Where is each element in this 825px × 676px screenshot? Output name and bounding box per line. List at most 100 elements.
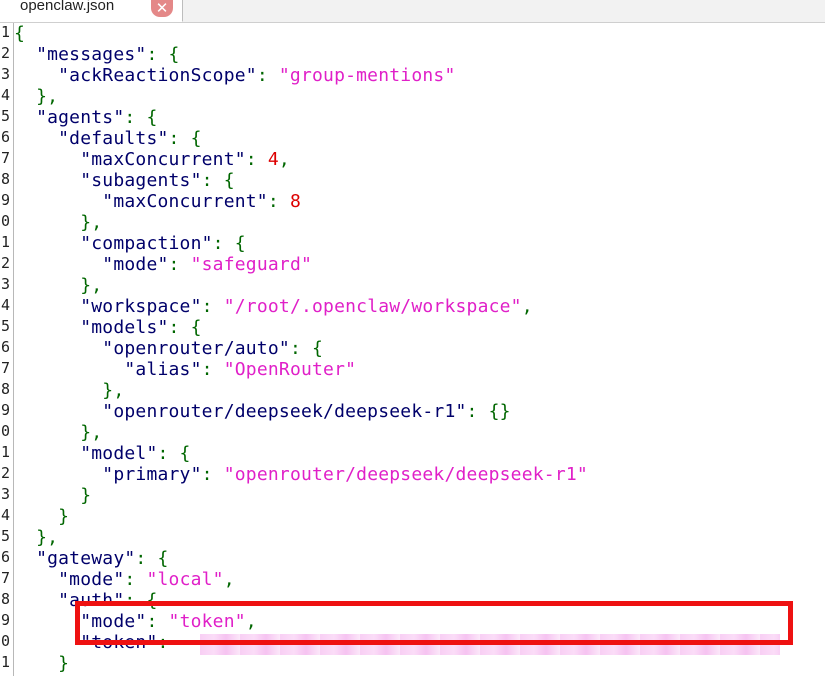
code-line[interactable]: "gateway": { [14,548,169,569]
line-number-gutter: 1 2 3 4 5 6 7 8 9 0 1 2 3 4 5 6 7 8 9 0 1 2 3 4 5 6 7 8 9 0 1 [0,23,14,676]
json-key: "mode" [14,569,125,590]
json-punctuation: { [14,23,26,44]
json-punctuation: }, [14,380,125,401]
code-line[interactable]: } [14,506,69,527]
line-number: 9 [0,611,10,629]
line-number: 6 [0,128,10,146]
line-number: 6 [0,338,10,356]
code-line[interactable]: } [14,653,69,674]
json-punctuation: : [201,464,224,485]
json-string-value: "openrouter/deepseek/deepseek-r1" [223,464,588,485]
line-number: 2 [0,44,10,62]
json-string-value: "local" [146,569,224,590]
redaction-highlight-box [75,601,793,645]
json-punctuation: : { [135,548,169,569]
json-punctuation: }, [14,212,103,233]
json-key: "messages" [14,44,147,65]
code-line[interactable]: "mode": "local", [14,569,235,590]
line-number: 7 [0,569,10,587]
json-punctuation: } [14,506,70,527]
json-punctuation: : [201,296,224,317]
code-line[interactable]: "ackReactionScope": "group-mentions" [14,65,455,86]
line-number: 1 [0,653,10,671]
line-number: 3 [0,65,10,83]
json-punctuation: : [256,65,279,86]
line-number: 0 [0,632,10,650]
line-number: 5 [0,527,10,545]
json-punctuation: } [14,485,92,506]
json-punctuation: } [14,653,70,674]
line-number: 2 [0,464,10,482]
json-key: "alias" [14,359,202,380]
json-string-value: "/root/.openclaw/workspace" [223,296,522,317]
code-line[interactable]: "alias": "OpenRouter" [14,359,356,380]
code-line[interactable]: "model": { [14,443,191,464]
json-key: "gateway" [14,548,136,569]
json-string-value: "OpenRouter" [223,359,357,380]
code-line[interactable]: "agents": { [14,107,158,128]
line-number: 1 [0,23,10,41]
line-number: 8 [0,380,10,398]
json-punctuation: : [245,149,268,170]
line-number: 7 [0,149,10,167]
code-line[interactable]: }, [14,212,102,233]
code-line[interactable]: "compaction": { [14,233,246,254]
json-key: "maxConcurrent" [14,191,268,212]
code-line[interactable]: "subagents": { [14,170,235,191]
json-number-value: 4 [267,149,279,170]
json-key: "model" [14,443,158,464]
json-punctuation: : { [201,170,235,191]
line-number: 8 [0,170,10,188]
code-line[interactable]: }, [14,422,102,443]
json-punctuation: : { [212,233,246,254]
code-line[interactable]: }, [14,527,58,548]
code-editor[interactable]: { "messages": { "ackReactionScope": "gro… [14,23,825,676]
line-number: 7 [0,359,10,377]
json-punctuation: : { [146,44,180,65]
json-key: "agents" [14,107,125,128]
tab-title[interactable]: openclaw.json [20,0,114,14]
json-key: "compaction" [14,233,213,254]
json-punctuation: }, [14,86,59,107]
json-punctuation: : [267,191,290,212]
code-line[interactable]: { [14,23,25,44]
line-number: 5 [0,107,10,125]
json-key: "subagents" [14,170,202,191]
close-icon[interactable]: ✕ [151,0,173,17]
code-line[interactable]: } [14,485,91,506]
code-line[interactable]: "messages": { [14,44,180,65]
code-line[interactable]: "mode": "safeguard" [14,254,312,275]
json-key: "workspace" [14,296,202,317]
code-line[interactable]: }, [14,380,124,401]
line-number: 5 [0,317,10,335]
json-punctuation: : [201,359,224,380]
json-punctuation: : { [289,338,324,359]
json-key: "mode" [14,254,169,275]
json-string-value: "group-mentions" [278,65,456,86]
json-punctuation: , [278,149,290,170]
code-line[interactable]: "maxConcurrent": 4, [14,149,290,170]
json-punctuation: : {} [466,401,511,422]
code-line[interactable]: "models": { [14,317,202,338]
line-number: 0 [0,422,10,440]
code-line[interactable]: "workspace": "/root/.openclaw/workspace"… [14,296,533,317]
json-key: "openrouter/deepseek/deepseek-r1" [14,401,467,422]
json-punctuation: : [124,569,147,590]
file-tab[interactable]: openclaw.json ✕ [0,0,183,22]
line-number: 4 [0,296,10,314]
code-line[interactable]: "defaults": { [14,128,202,149]
line-number: 2 [0,254,10,272]
json-punctuation: }, [14,527,59,548]
line-number: 6 [0,548,10,566]
code-line[interactable]: "primary": "openrouter/deepseek/deepseek… [14,464,588,485]
json-key: "defaults" [14,128,169,149]
code-line[interactable]: }, [14,275,102,296]
line-number: 4 [0,86,10,104]
code-line[interactable]: "openrouter/deepseek/deepseek-r1": {} [14,401,511,422]
json-punctuation: : { [124,107,158,128]
code-line[interactable]: "maxConcurrent": 8 [14,191,301,212]
json-punctuation: }, [14,422,103,443]
code-line[interactable]: }, [14,86,58,107]
code-line[interactable]: "openrouter/auto": { [14,338,323,359]
json-punctuation: : { [168,317,202,338]
